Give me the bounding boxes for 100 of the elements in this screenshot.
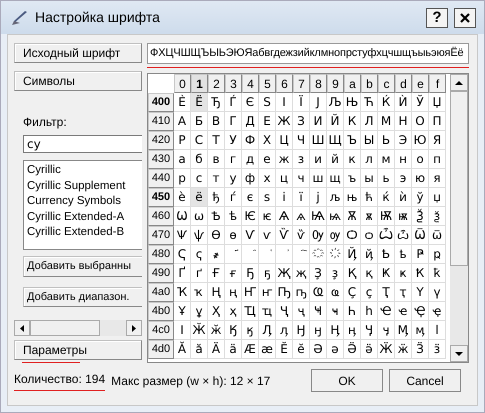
character-cell[interactable]: ӄ [242,321,259,340]
character-cell[interactable]: ҩ [327,283,344,302]
character-cell[interactable]: Ӏ [174,321,191,340]
character-cell[interactable]: Ә [310,340,327,359]
character-cell[interactable]: ң [225,283,242,302]
character-cell[interactable]: є [242,188,259,207]
character-cell[interactable]: ѱ [191,226,208,245]
character-cell[interactable]: ӂ [208,321,225,340]
character-cell[interactable]: џ [429,188,446,207]
character-cell[interactable]: П [429,112,446,131]
character-cell[interactable]: ч [293,169,310,188]
character-cell[interactable]: і [276,188,293,207]
character-cell[interactable]: њ [344,188,361,207]
character-cell[interactable]: ҆ [276,245,293,264]
character-cell[interactable]: қ [361,264,378,283]
character-cell[interactable]: ӛ [361,340,378,359]
character-cell[interactable]: Р [174,131,191,150]
character-cell[interactable]: Ҩ [310,283,327,302]
character-cell[interactable]: ћ [361,188,378,207]
character-cell[interactable]: Т [208,131,225,150]
character-cell[interactable]: Ҡ [174,283,191,302]
character-cell[interactable]: н [395,150,412,169]
character-cell[interactable]: ъ [344,169,361,188]
character-cell[interactable]: Ӊ [327,321,344,340]
column-header[interactable]: f [429,74,446,93]
character-cell[interactable]: ю [412,169,429,188]
character-cell[interactable]: ӑ [191,340,208,359]
character-cell[interactable]: Ѽ [378,226,395,245]
character-cell[interactable]: Њ [344,93,361,112]
character-cell[interactable]: ѡ [191,207,208,226]
character-cell[interactable]: ѓ [225,188,242,207]
character-cell[interactable]: Ж [276,112,293,131]
column-header[interactable]: d [395,74,412,93]
character-cell[interactable]: ф [242,169,259,188]
character-cell[interactable]: Ӕ [242,340,259,359]
character-cell[interactable]: Ӂ [191,321,208,340]
character-cell[interactable]: Ҵ [242,302,259,321]
character-cell[interactable]: Ӝ [378,340,395,359]
parameters-button[interactable]: Параметры [14,340,142,360]
character-cell[interactable]: Ӟ [412,340,429,359]
character-cell[interactable]: Ҁ [174,245,191,264]
character-cell[interactable]: Ѕ [259,93,276,112]
character-cell[interactable]: ҫ [361,283,378,302]
character-cell[interactable]: ҿ [429,302,446,321]
character-cell[interactable]: ӈ [310,321,327,340]
character-cell[interactable]: Ѳ [208,226,225,245]
character-cell[interactable]: Ӛ [344,340,361,359]
character-cell[interactable]: ӗ [293,340,310,359]
character-cell[interactable]: Ь [378,131,395,150]
column-header[interactable]: 7 [293,74,310,93]
character-cell[interactable]: Ӗ [276,340,293,359]
character-cell[interactable]: ы [361,169,378,188]
character-cell[interactable]: Ҥ [242,283,259,302]
character-cell[interactable]: л [361,150,378,169]
row-header[interactable]: 440 [148,169,174,188]
character-cell[interactable]: ҡ [191,283,208,302]
character-cell[interactable]: э [395,169,412,188]
character-cell[interactable]: ҳ [225,302,242,321]
column-header[interactable]: 3 [225,74,242,93]
character-cell[interactable]: Ѯ [412,207,429,226]
list-item[interactable]: Cyrillic [27,163,139,178]
character-cell[interactable]: Я [429,131,446,150]
source-text-field[interactable]: ФХЦЧШЩЪЫЬЭЮЯабвгдежзийклмнопрстуфхцчшщъыьэюяЁё [147,43,469,64]
character-cell[interactable]: В [208,112,225,131]
character-cell[interactable]: Е [259,112,276,131]
character-cell[interactable]: ӎ [412,321,429,340]
character-cell[interactable]: љ [327,188,344,207]
character-cell[interactable]: ә [327,340,344,359]
character-cell[interactable]: Ӑ [174,340,191,359]
character-cell[interactable]: ѣ [225,207,242,226]
column-header[interactable]: 4 [242,74,259,93]
character-cell[interactable]: ѻ [361,226,378,245]
character-cell[interactable]: ѳ [225,226,242,245]
character-cell[interactable]: Ӌ [361,321,378,340]
character-cell[interactable]: я [429,169,446,188]
character-cell[interactable]: Ү [412,283,429,302]
character-cell[interactable]: Ѱ [174,226,191,245]
character-cell[interactable]: Д [242,112,259,131]
character-cell[interactable]: в [208,150,225,169]
row-header[interactable]: 480 [148,245,174,264]
character-cell[interactable]: Ѵ [242,226,259,245]
character-cell[interactable]: Ц [276,131,293,150]
character-cell[interactable]: С [191,131,208,150]
row-header[interactable]: 4b0 [148,302,174,321]
dialog-button[interactable]: Cancel [389,369,461,392]
character-cell[interactable]: ѽ [395,226,412,245]
character-cell[interactable]: ѩ [327,207,344,226]
character-cell[interactable]: ҉ [327,245,344,264]
character-cell[interactable]: ѧ [293,207,310,226]
character-cell[interactable]: ҷ [293,302,310,321]
character-cell[interactable]: ђ [208,188,225,207]
character-cell[interactable]: ү [429,283,446,302]
character-cell[interactable]: ї [293,188,310,207]
character-cell[interactable]: е [259,150,276,169]
character-cell[interactable]: к [344,150,361,169]
character-cell[interactable]: І [276,93,293,112]
character-cell[interactable]: Ј [310,93,327,112]
character-cell[interactable]: Ї [293,93,310,112]
character-cell[interactable]: Ҍ [378,245,395,264]
character-cell[interactable]: Ю [412,131,429,150]
